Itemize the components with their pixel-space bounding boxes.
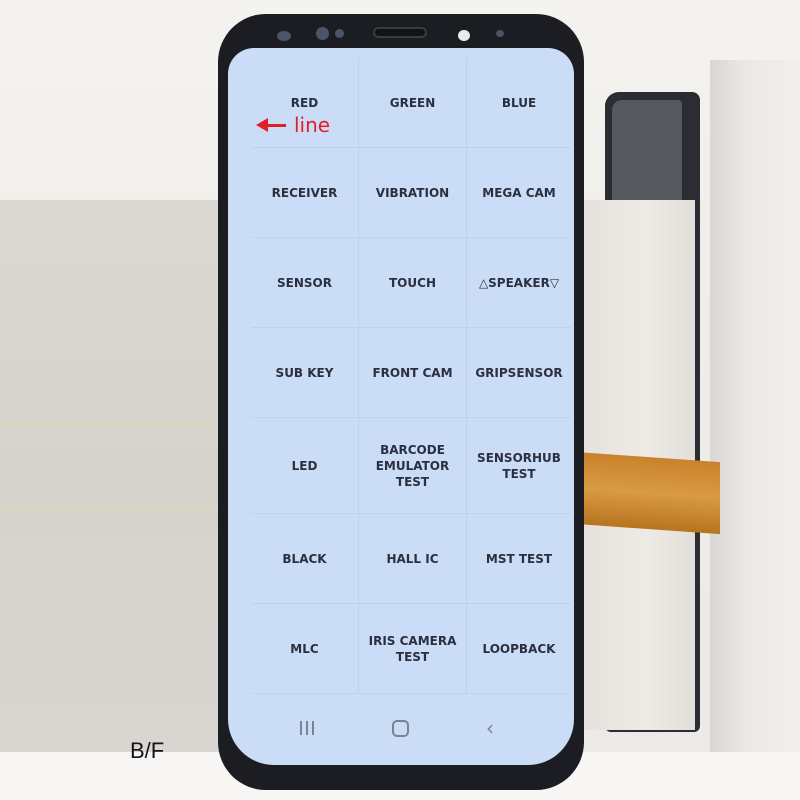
test-mst[interactable]: MST TEST <box>467 514 571 604</box>
test-mega-cam[interactable]: MEGA CAM <box>467 148 571 238</box>
recents-icon <box>306 721 308 735</box>
background-phone-frame <box>612 100 682 210</box>
left-arrow-icon <box>256 114 288 136</box>
test-blue[interactable]: BLUE <box>467 58 571 148</box>
annotation-text: line <box>294 113 331 137</box>
watermark-label: B/F <box>130 738 165 763</box>
test-receiver[interactable]: RECEIVER <box>251 148 359 238</box>
recents-icon <box>300 721 302 735</box>
recents-button[interactable] <box>293 716 321 740</box>
foam-block-left <box>0 200 240 755</box>
navigation-bar: ‹ <box>228 702 574 752</box>
test-vibration[interactable]: VIBRATION <box>359 148 467 238</box>
front-camera-icon <box>458 30 470 41</box>
iris-led-icon <box>496 30 504 37</box>
back-button[interactable]: ‹ <box>476 716 504 740</box>
test-sensor[interactable]: SENSOR <box>251 238 359 328</box>
home-button[interactable] <box>386 716 414 740</box>
background-blur <box>710 60 800 760</box>
line-annotation: line <box>256 114 330 136</box>
test-mlc[interactable]: MLC <box>251 604 359 694</box>
light-sensor-icon <box>335 29 344 38</box>
test-barcode-emulator[interactable]: BARCODE EMULATOR TEST <box>359 418 467 514</box>
earpiece-speaker <box>373 27 427 38</box>
test-led[interactable]: LED <box>251 418 359 514</box>
test-speaker[interactable]: △SPEAKER▽ <box>467 238 571 328</box>
test-black[interactable]: BLACK <box>251 514 359 604</box>
proximity-sensor-icon <box>316 27 329 40</box>
back-icon: ‹ <box>486 716 494 740</box>
flex-cable <box>575 451 720 535</box>
test-green[interactable]: GREEN <box>359 58 467 148</box>
test-iris-camera[interactable]: IRIS CAMERA TEST <box>359 604 467 694</box>
test-hall-ic[interactable]: HALL IC <box>359 514 467 604</box>
test-front-cam[interactable]: FRONT CAM <box>359 328 467 418</box>
test-sensorhub[interactable]: SENSORHUB TEST <box>467 418 571 514</box>
recents-icon <box>312 721 314 735</box>
test-sub-key[interactable]: SUB KEY <box>251 328 359 418</box>
phone-screen: RED GREEN BLUE RECEIVER VIBRATION MEGA C… <box>228 48 574 765</box>
test-gripsensor[interactable]: GRIPSENSOR <box>467 328 571 418</box>
foam-seam <box>0 507 240 511</box>
iris-sensor-icon <box>277 31 291 41</box>
foam-seam <box>0 422 240 426</box>
test-menu-grid: RED GREEN BLUE RECEIVER VIBRATION MEGA C… <box>251 58 571 694</box>
test-touch[interactable]: TOUCH <box>359 238 467 328</box>
test-loopback[interactable]: LOOPBACK <box>467 604 571 694</box>
home-icon <box>391 719 409 737</box>
